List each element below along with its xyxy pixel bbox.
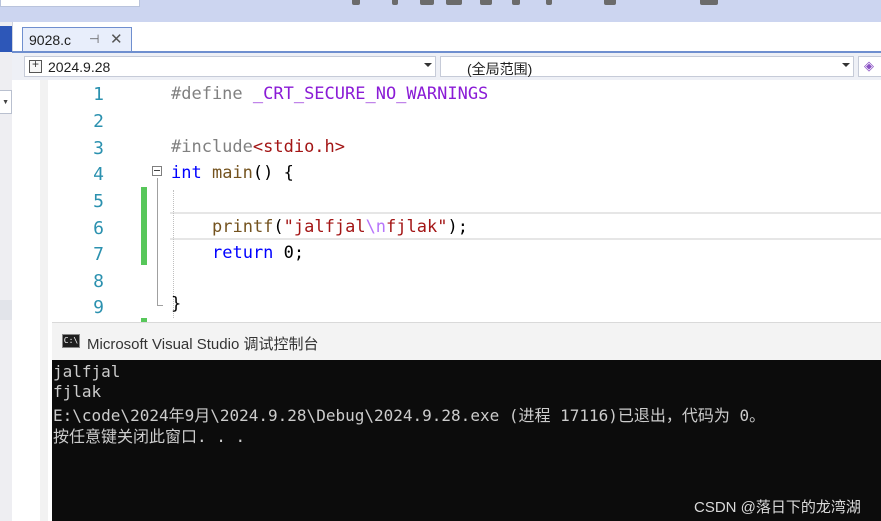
console-output-line: fjlak: [53, 382, 102, 401]
code-token: printf: [212, 217, 274, 237]
scope-name: (全局范围): [467, 61, 533, 77]
code-line-4: int main() {: [171, 163, 294, 183]
project-dropdown[interactable]: 2024.9.28: [24, 56, 436, 77]
member-dropdown[interactable]: ◈: [858, 56, 881, 77]
collapse-toggle[interactable]: [152, 166, 162, 176]
toolbar-icon[interactable]: [700, 0, 718, 5]
toolbar-icon[interactable]: [480, 0, 492, 5]
watermark: CSDN @落日下的龙湾湖: [694, 499, 861, 516]
line-number: 2: [93, 111, 104, 132]
code-token: \n: [365, 217, 387, 237]
code-token: return: [212, 243, 274, 263]
code-token: "jalfjal: [283, 217, 366, 237]
code-token: main: [201, 163, 253, 183]
toolbar-icon[interactable]: [546, 0, 552, 5]
code-line-7: return 0;: [212, 243, 304, 263]
scope-dropdown[interactable]: (全局范围): [440, 56, 854, 77]
change-marker: [141, 187, 147, 265]
project-name: 2024.9.28: [48, 59, 111, 75]
toolbar-icon[interactable]: [604, 0, 616, 5]
project-icon: [29, 57, 42, 73]
toolbar-icon[interactable]: [446, 0, 462, 5]
code-token: #include: [171, 137, 253, 157]
code-line-9: }: [171, 294, 181, 314]
document-tab[interactable]: 9028.c ⊣ ✕: [22, 27, 132, 51]
code-token: 0;: [273, 243, 305, 263]
chevron-down-icon: [424, 63, 432, 67]
editor-gutter: [40, 80, 48, 521]
console-title-bar[interactable]: C:\ Microsoft Visual Studio 调试控制台: [52, 322, 881, 360]
code-token: }: [171, 294, 182, 314]
code-line-6: printf("jalfjal\nfjlak");: [212, 217, 468, 237]
code-token: );: [447, 217, 468, 237]
side-panel-dropdown[interactable]: ▼: [0, 90, 12, 114]
toolbar-icon[interactable]: [392, 0, 398, 5]
console-title: Microsoft Visual Studio 调试控制台: [87, 336, 319, 353]
line-number: 6: [93, 218, 104, 239]
toolbar-icon[interactable]: [352, 0, 360, 5]
top-toolbar: [0, 0, 881, 22]
code-token: <stdio.h>: [252, 137, 346, 157]
pin-icon[interactable]: ⊣: [89, 32, 99, 46]
code-token: () {: [252, 163, 294, 183]
side-panel-splitter: [0, 300, 12, 320]
line-number: 4: [93, 164, 104, 185]
line-number: 7: [93, 244, 104, 265]
console-output-line: jalfjal: [53, 362, 121, 381]
code-token: fjlak": [386, 217, 448, 237]
close-icon[interactable]: ✕: [110, 30, 123, 48]
console-app-icon: C:\: [62, 334, 80, 348]
code-token: #define: [171, 84, 253, 104]
code-line-3: #include<stdio.h>: [171, 137, 345, 157]
code-token: int: [171, 163, 202, 183]
outline-bracket-end: [157, 305, 163, 306]
code-token: (: [273, 217, 284, 237]
tab-filename: 9028.c: [29, 32, 72, 48]
code-token: _CRT_SECURE_NO_WARNINGS: [252, 84, 489, 104]
line-number: 5: [93, 191, 104, 212]
line-number: 8: [93, 271, 104, 292]
line-number: 1: [93, 84, 104, 105]
line-number: 9: [93, 297, 104, 318]
toolbar-icon[interactable]: [512, 0, 520, 5]
toolbar-icon[interactable]: [420, 0, 434, 5]
cube-icon: ◈: [864, 58, 874, 73]
code-line-1: #define _CRT_SECURE_NO_WARNINGS: [171, 84, 488, 104]
outline-bracket: [157, 178, 158, 306]
chevron-down-icon: [842, 63, 850, 67]
toolbar-input[interactable]: [0, 0, 140, 7]
chevron-down-icon: ▼: [2, 99, 9, 106]
side-panel-header: [0, 26, 12, 52]
line-number: 3: [93, 138, 104, 159]
console-output-line: 按任意键关闭此窗口. . .: [53, 427, 246, 446]
